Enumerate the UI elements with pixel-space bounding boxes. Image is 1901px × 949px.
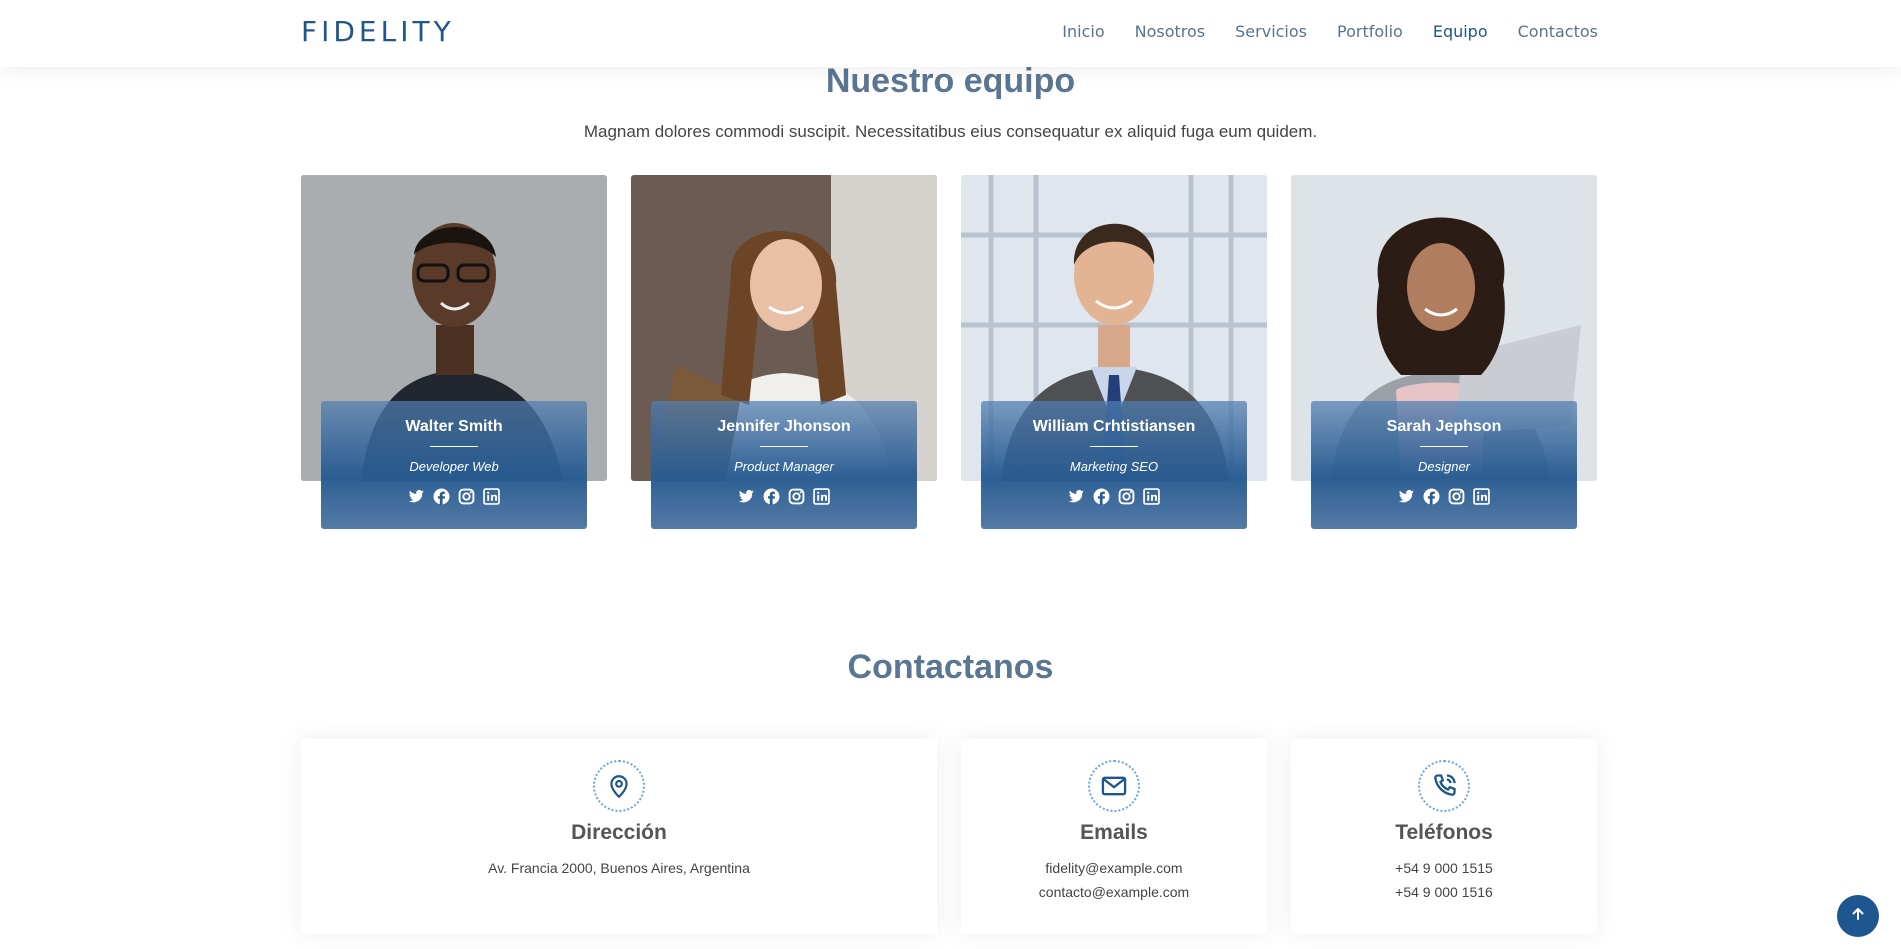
divider	[1420, 446, 1468, 447]
logo[interactable]: FIDELITY	[301, 15, 455, 48]
facebook-icon[interactable]	[1093, 488, 1110, 505]
main-nav: Inicio Nosotros Servicios Portfolio Equi…	[1062, 22, 1598, 41]
phone-icon	[1418, 760, 1470, 812]
divider	[430, 446, 478, 447]
social-links	[651, 488, 917, 505]
contact-title: Contactanos	[847, 648, 1054, 686]
instagram-icon[interactable]	[788, 488, 805, 505]
linkedin-icon[interactable]	[813, 488, 830, 505]
emails-card: Emails fidelity@example.com contacto@exa…	[961, 739, 1267, 934]
phone-line[interactable]: +54 9 000 1515	[1291, 856, 1597, 880]
team-member-card: William Crhtistiansen Marketing SEO	[961, 175, 1267, 531]
social-links	[981, 488, 1247, 505]
social-links	[1311, 488, 1577, 505]
divider	[1090, 446, 1138, 447]
team-subtitle: Magnam dolores commodi suscipit. Necessi…	[583, 122, 1318, 141]
twitter-icon[interactable]	[738, 488, 755, 505]
social-links	[321, 488, 587, 505]
nav-portfolio[interactable]: Portfolio	[1337, 22, 1403, 41]
nav-inicio[interactable]: Inicio	[1062, 22, 1104, 41]
map-pin-icon	[593, 760, 645, 812]
team-member-card: Sarah Jephson Designer	[1291, 175, 1597, 531]
back-to-top-button[interactable]	[1837, 895, 1879, 937]
arrow-up-icon	[1850, 906, 1866, 927]
twitter-icon[interactable]	[1398, 488, 1415, 505]
linkedin-icon[interactable]	[1143, 488, 1160, 505]
instagram-icon[interactable]	[1118, 488, 1135, 505]
site-header: FIDELITY Inicio Nosotros Servicios Portf…	[0, 0, 1901, 67]
phone-line[interactable]: +54 9 000 1516	[1291, 880, 1597, 904]
card-title: Teléfonos	[1395, 821, 1493, 844]
facebook-icon[interactable]	[1423, 488, 1440, 505]
nav-contactos[interactable]: Contactos	[1518, 22, 1598, 41]
member-info: Sarah Jephson Designer	[1311, 401, 1577, 529]
nav-nosotros[interactable]: Nosotros	[1135, 22, 1206, 41]
instagram-icon[interactable]	[458, 488, 475, 505]
card-title: Dirección	[571, 821, 667, 844]
member-name: Jennifer Jhonson	[717, 418, 851, 435]
linkedin-icon[interactable]	[483, 488, 500, 505]
nav-servicios[interactable]: Servicios	[1235, 22, 1307, 41]
member-name: Sarah Jephson	[1386, 418, 1502, 435]
member-role: Developer Web	[409, 459, 499, 474]
email-line[interactable]: contacto@example.com	[961, 880, 1267, 904]
card-title: Emails	[1080, 821, 1148, 844]
member-name: William Crhtistiansen	[1032, 418, 1196, 435]
team-title: Nuestro equipo	[825, 62, 1076, 100]
envelope-icon	[1088, 760, 1140, 812]
member-info: Walter Smith Developer Web	[321, 401, 587, 529]
instagram-icon[interactable]	[1448, 488, 1465, 505]
twitter-icon[interactable]	[1068, 488, 1085, 505]
divider	[760, 446, 808, 447]
nav-equipo[interactable]: Equipo	[1433, 22, 1488, 41]
team-member-card: Walter Smith Developer Web	[301, 175, 607, 531]
twitter-icon[interactable]	[408, 488, 425, 505]
facebook-icon[interactable]	[433, 488, 450, 505]
card-line: Av. Francia 2000, Buenos Aires, Argentin…	[488, 860, 750, 876]
linkedin-icon[interactable]	[1473, 488, 1490, 505]
team-member-card: Jennifer Jhonson Product Manager	[631, 175, 937, 531]
member-info: Jennifer Jhonson Product Manager	[651, 401, 917, 529]
member-name: Walter Smith	[405, 418, 503, 435]
email-line[interactable]: fidelity@example.com	[961, 856, 1267, 880]
phones-card: Teléfonos +54 9 000 1515 +54 9 000 1516	[1291, 739, 1597, 934]
facebook-icon[interactable]	[763, 488, 780, 505]
address-card: Dirección Av. Francia 2000, Buenos Aires…	[301, 739, 937, 934]
member-role: Marketing SEO	[1069, 459, 1159, 474]
member-role: Product Manager	[734, 459, 834, 474]
member-info: William Crhtistiansen Marketing SEO	[981, 401, 1247, 529]
member-role: Designer	[1417, 459, 1471, 474]
